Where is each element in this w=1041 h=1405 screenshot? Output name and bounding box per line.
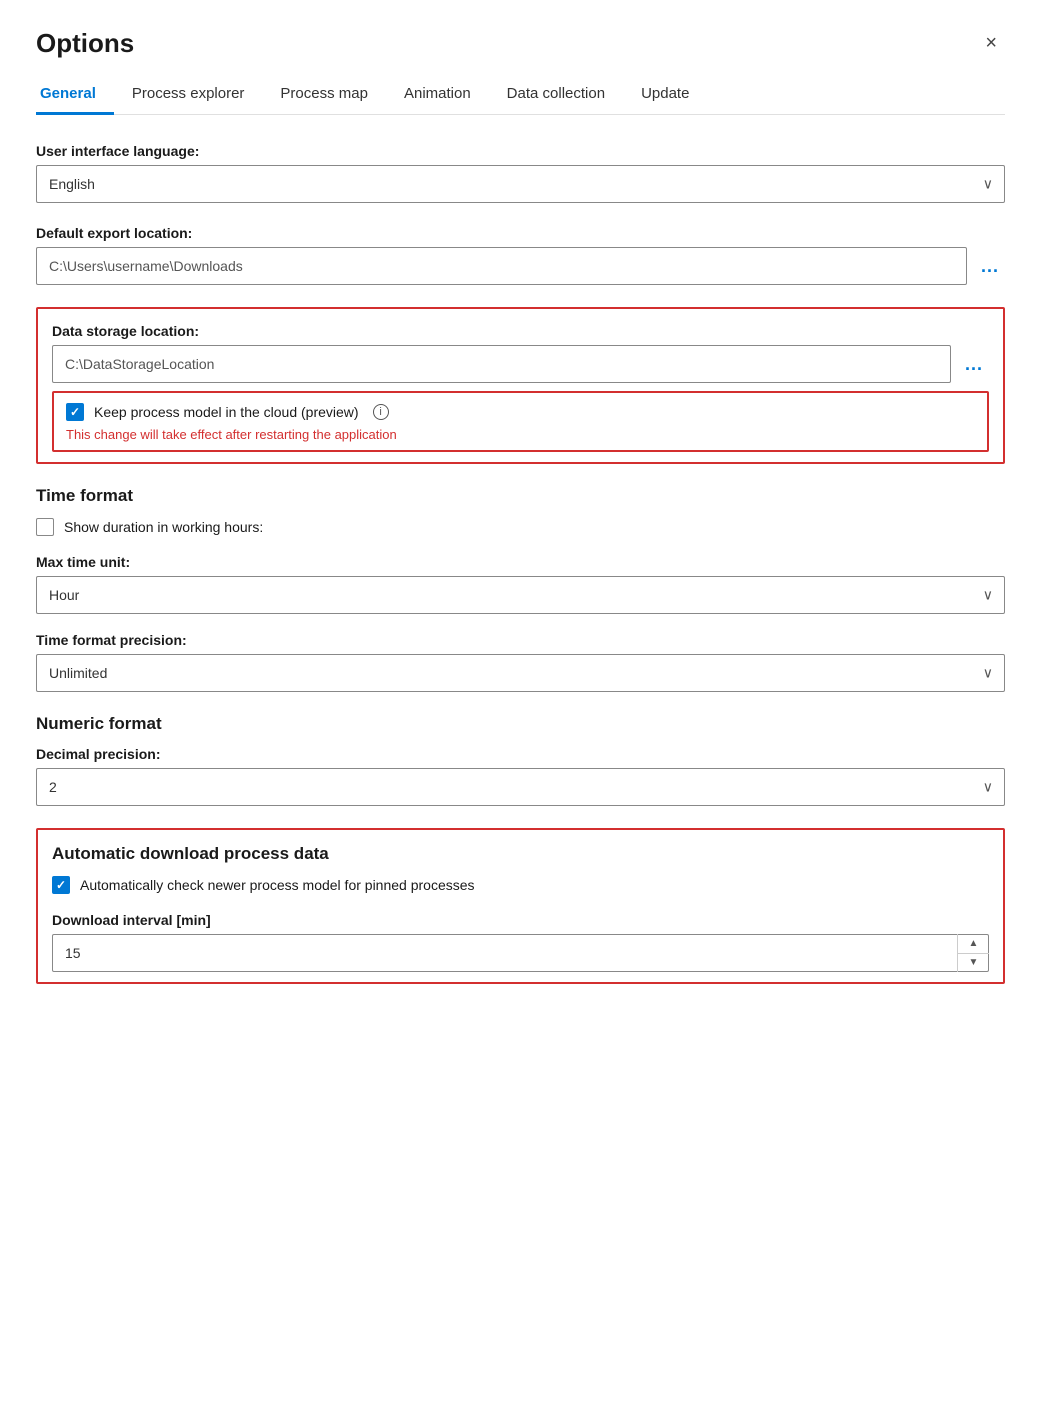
export-location-label: Default export location: bbox=[36, 225, 1005, 241]
tab-process-map[interactable]: Process map bbox=[262, 75, 386, 115]
close-button[interactable]: × bbox=[977, 28, 1005, 59]
options-dialog: Options × General Process explorer Proce… bbox=[0, 0, 1041, 1405]
export-location-section: Default export location: ... bbox=[36, 225, 1005, 285]
export-location-browse-button[interactable]: ... bbox=[975, 252, 1005, 281]
time-format-section: Time format Show duration in working hou… bbox=[36, 486, 1005, 692]
tab-general[interactable]: General bbox=[36, 75, 114, 115]
data-storage-section: Data storage location: ... Keep process … bbox=[36, 307, 1005, 464]
keep-in-cloud-checkbox[interactable] bbox=[66, 403, 84, 421]
time-format-title: Time format bbox=[36, 486, 1005, 506]
download-interval-label: Download interval [min] bbox=[52, 912, 989, 928]
ui-language-select-wrapper: English ∨ bbox=[36, 165, 1005, 203]
max-time-unit-select-wrapper: Hour ∨ bbox=[36, 576, 1005, 614]
keep-in-cloud-box: Keep process model in the cloud (preview… bbox=[52, 391, 989, 452]
precision-select[interactable]: Unlimited bbox=[36, 654, 1005, 692]
tab-process-explorer[interactable]: Process explorer bbox=[114, 75, 263, 115]
restart-warning: This change will take effect after resta… bbox=[66, 427, 975, 442]
export-location-input-wrapper: ... bbox=[36, 247, 1005, 285]
auto-download-title: Automatic download process data bbox=[52, 844, 989, 864]
data-storage-input[interactable] bbox=[52, 345, 951, 383]
export-location-input[interactable] bbox=[36, 247, 967, 285]
numeric-format-section: Numeric format Decimal precision: 2 ∨ bbox=[36, 714, 1005, 806]
download-interval-arrows: ▲ ▼ bbox=[957, 934, 989, 972]
decimal-precision-select[interactable]: 2 bbox=[36, 768, 1005, 806]
download-interval-down-button[interactable]: ▼ bbox=[958, 954, 989, 973]
tab-data-collection[interactable]: Data collection bbox=[489, 75, 623, 115]
data-storage-browse-button[interactable]: ... bbox=[959, 350, 989, 379]
auto-check-label: Automatically check newer process model … bbox=[80, 877, 475, 893]
decimal-precision-select-wrapper: 2 ∨ bbox=[36, 768, 1005, 806]
max-time-unit-label: Max time unit: bbox=[36, 554, 1005, 570]
download-interval-up-button[interactable]: ▲ bbox=[958, 934, 989, 954]
data-storage-label: Data storage location: bbox=[52, 323, 989, 339]
tab-animation[interactable]: Animation bbox=[386, 75, 489, 115]
keep-in-cloud-label: Keep process model in the cloud (preview… bbox=[94, 404, 359, 420]
ui-language-label: User interface language: bbox=[36, 143, 1005, 159]
numeric-format-title: Numeric format bbox=[36, 714, 1005, 734]
ui-language-section: User interface language: English ∨ bbox=[36, 143, 1005, 203]
dialog-title: Options bbox=[36, 28, 134, 59]
decimal-precision-label: Decimal precision: bbox=[36, 746, 1005, 762]
show-duration-row: Show duration in working hours: bbox=[36, 518, 1005, 536]
keep-in-cloud-info-icon: i bbox=[373, 404, 389, 420]
show-duration-label: Show duration in working hours: bbox=[64, 519, 263, 535]
precision-select-wrapper: Unlimited ∨ bbox=[36, 654, 1005, 692]
download-interval-spinner-wrapper: ▲ ▼ bbox=[52, 934, 989, 972]
keep-in-cloud-row: Keep process model in the cloud (preview… bbox=[66, 403, 975, 421]
data-storage-input-wrapper: ... bbox=[52, 345, 989, 383]
auto-download-section: Automatic download process data Automati… bbox=[36, 828, 1005, 984]
ui-language-select[interactable]: English bbox=[36, 165, 1005, 203]
precision-label: Time format precision: bbox=[36, 632, 1005, 648]
auto-check-row: Automatically check newer process model … bbox=[52, 876, 989, 894]
dialog-header: Options × bbox=[36, 28, 1005, 59]
max-time-unit-select[interactable]: Hour bbox=[36, 576, 1005, 614]
tabs-bar: General Process explorer Process map Ani… bbox=[36, 75, 1005, 115]
auto-check-checkbox[interactable] bbox=[52, 876, 70, 894]
show-duration-checkbox[interactable] bbox=[36, 518, 54, 536]
download-interval-input[interactable] bbox=[52, 934, 989, 972]
tab-update[interactable]: Update bbox=[623, 75, 707, 115]
